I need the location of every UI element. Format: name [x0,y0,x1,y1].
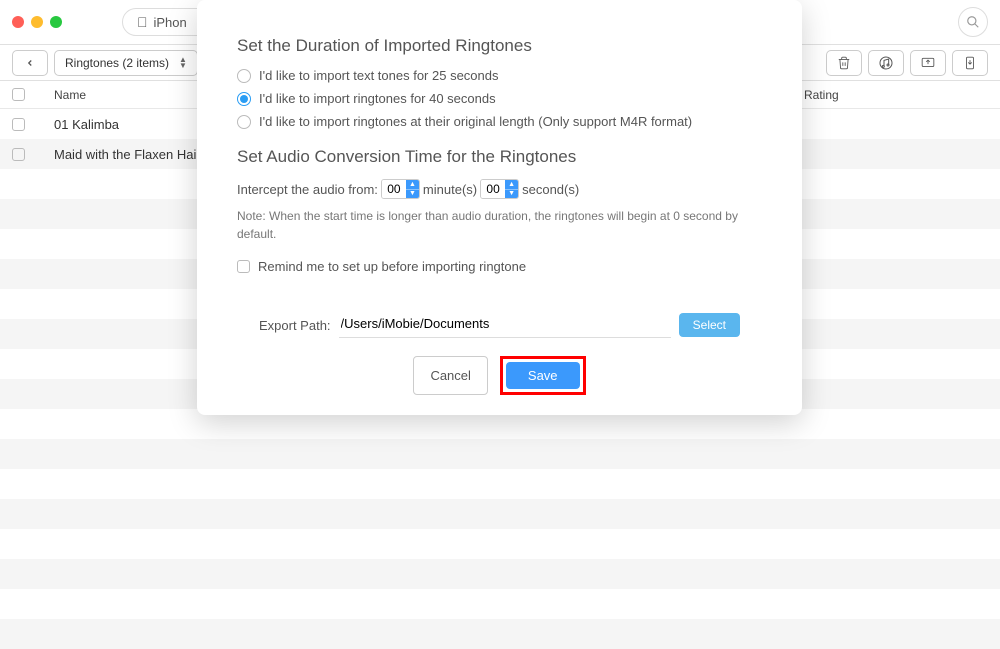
minute-input[interactable] [382,180,406,198]
section-title-conversion: Set Audio Conversion Time for the Ringto… [237,147,762,167]
export-path-row: Export Path: Select [219,312,780,338]
export-icon [920,56,936,70]
remind-label: Remind me to set up before importing rin… [258,259,526,274]
radio-icon [237,92,251,106]
chevron-left-icon [25,57,35,69]
to-itunes-button[interactable] [868,50,904,76]
ringtone-settings-dialog: Set the Duration of Imported Ringtones I… [197,0,802,415]
back-button[interactable] [12,50,48,76]
radio-label: I'd like to import ringtones at their or… [259,114,692,129]
intercept-time-row: Intercept the audio from: ▲▼ minute(s) ▲… [237,179,762,199]
trash-icon [837,56,851,70]
select-path-button[interactable]: Select [679,313,740,337]
note-text: Note: When the start time is longer than… [237,207,762,243]
second-input[interactable] [481,180,505,198]
close-window-button[interactable] [12,16,24,28]
second-stepper[interactable]: ▲▼ [480,179,519,199]
save-highlight-box: Save [500,356,586,395]
cancel-button[interactable]: Cancel [413,356,487,395]
radio-label: I'd like to import ringtones for 40 seco… [259,91,496,106]
itunes-icon [878,55,894,71]
minute-stepper[interactable]: ▲▼ [381,179,420,199]
intercept-label: Intercept the audio from: [237,182,378,197]
select-all-checkbox[interactable] [12,88,25,101]
import-button[interactable] [952,50,988,76]
section-title-duration: Set the Duration of Imported Ringtones [237,36,762,56]
stepper-buttons[interactable]: ▲▼ [505,180,518,198]
traffic-lights [12,16,62,28]
import-icon [963,55,977,71]
radio-option-original[interactable]: I'd like to import ringtones at their or… [237,114,762,129]
column-rating[interactable]: Rating [804,88,1000,102]
stepper-buttons[interactable]: ▲▼ [406,180,419,198]
search-button[interactable] [958,7,988,37]
radio-option-texttones[interactable]: I'd like to import text tones for 25 sec… [237,68,762,83]
save-button[interactable]: Save [506,362,580,389]
device-name: iPhon [154,15,187,30]
second-label: second(s) [522,182,579,197]
radio-icon [237,115,251,129]
minute-label: minute(s) [423,182,477,197]
row-checkbox[interactable] [12,148,25,161]
export-path-input[interactable] [339,312,671,338]
remind-checkbox[interactable] [237,260,250,273]
dropdown-label: Ringtones (2 items) [65,56,169,70]
to-computer-button[interactable] [910,50,946,76]
search-icon [966,15,980,29]
dialog-buttons: Cancel Save [219,356,780,395]
remind-checkbox-row[interactable]: Remind me to set up before importing rin… [237,259,762,274]
radio-label: I'd like to import text tones for 25 sec… [259,68,499,83]
maximize-window-button[interactable] [50,16,62,28]
radio-option-ringtones40[interactable]: I'd like to import ringtones for 40 seco… [237,91,762,106]
row-checkbox[interactable] [12,118,25,131]
export-label: Export Path: [259,318,331,333]
apple-icon:  [137,14,148,30]
category-dropdown[interactable]: Ringtones (2 items) ▲▼ [54,50,198,76]
delete-button[interactable] [826,50,862,76]
minimize-window-button[interactable] [31,16,43,28]
updown-icon: ▲▼ [179,57,187,68]
radio-icon [237,69,251,83]
